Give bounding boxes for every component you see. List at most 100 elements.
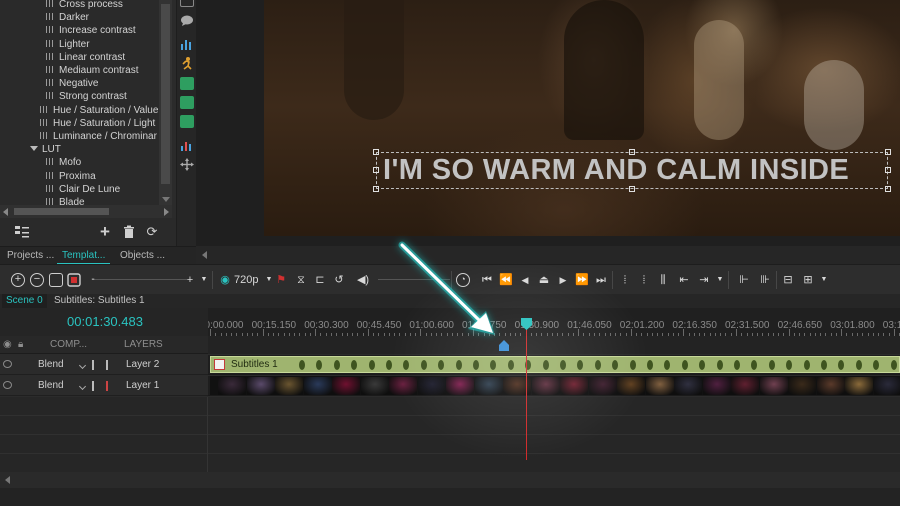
subtitle-segment[interactable]	[699, 360, 706, 370]
filter-tree-item[interactable]: Blade	[46, 196, 85, 205]
timeline-ruler[interactable]: 00:00.000 00:15.150 00:30.300 00:45.450 01:0…	[208, 308, 900, 336]
mark-out-icon[interactable]: ⦙	[637, 273, 651, 287]
flag-icon[interactable]: ⚑	[274, 273, 288, 287]
filter-tree-item[interactable]: Negative	[46, 77, 98, 90]
blend-mode-select[interactable]: Blend	[38, 376, 64, 396]
subtitle-segment[interactable]	[890, 360, 897, 370]
mute-icon[interactable]	[92, 381, 98, 391]
subtitle-segment[interactable]	[490, 360, 497, 370]
stop-icon[interactable]: ⏏	[537, 273, 551, 287]
rewind-icon[interactable]: ⏪	[499, 273, 513, 287]
comment-icon[interactable]	[180, 14, 194, 27]
eye-icon[interactable]	[3, 381, 12, 389]
subtitle-segment[interactable]	[803, 360, 810, 370]
mute-icon[interactable]	[92, 360, 98, 370]
subtitle-segment[interactable]	[855, 360, 862, 370]
subtitle-clip[interactable]: Subtitles 1	[210, 356, 900, 373]
subtitle-segment[interactable]	[716, 360, 723, 370]
subtitle-segment[interactable]	[821, 360, 827, 370]
filter-tree-item[interactable]: Linear contrast	[46, 51, 125, 64]
filter-tree-item[interactable]: Mofo	[46, 156, 81, 169]
subtitle-segment[interactable]	[368, 360, 375, 370]
refresh-icon[interactable]: ⟳	[144, 224, 160, 240]
filter-tree-item[interactable]: Increase contrast	[46, 24, 136, 37]
tab-objects[interactable]: Objects ...	[115, 247, 170, 265]
subtitle-segment[interactable]	[560, 360, 566, 370]
subtitle-segment[interactable]	[438, 360, 445, 370]
preview-scrollbar[interactable]	[196, 246, 900, 264]
filter-tree-item[interactable]: Hue / Saturation / Light	[40, 117, 155, 130]
tab-templates[interactable]: Templat...	[57, 247, 111, 265]
record-icon[interactable]	[67, 273, 81, 287]
subtitle-segment[interactable]	[873, 360, 880, 370]
align-icon[interactable]: ⊩	[737, 273, 751, 287]
trash-icon[interactable]	[121, 224, 137, 240]
zoom-slider[interactable]	[92, 279, 187, 280]
subtitle-segment[interactable]	[577, 360, 584, 370]
solo-icon[interactable]	[106, 381, 112, 391]
volume-slider[interactable]	[378, 279, 450, 280]
layer-name[interactable]: Layer 2	[126, 355, 159, 375]
blend-mode-select[interactable]: Blend	[38, 355, 64, 375]
timeline-scrollbar[interactable]	[0, 472, 900, 488]
move-icon[interactable]	[180, 158, 194, 171]
filter-tree-item[interactable]: Darker	[46, 11, 89, 24]
subtitle-segment[interactable]	[612, 360, 619, 370]
skip-start-icon[interactable]: ⏮	[480, 273, 494, 287]
chevron-down-icon[interactable]: ▼	[817, 273, 831, 287]
subtitle-segment[interactable]	[351, 360, 358, 370]
video-icon[interactable]	[180, 115, 194, 128]
scrollbar-thumb[interactable]	[161, 4, 170, 184]
skip-end-icon[interactable]: ⏭	[594, 273, 608, 287]
marker-row[interactable]	[208, 336, 900, 354]
chevron-down-icon[interactable]	[78, 361, 87, 370]
chevron-down-icon[interactable]	[78, 382, 87, 391]
eye-icon[interactable]: ◉	[218, 273, 232, 287]
subtitle-segment[interactable]	[333, 360, 340, 370]
add-icon[interactable]: +	[97, 223, 113, 240]
music-icon[interactable]	[180, 96, 194, 109]
resolution-selector[interactable]: 720p	[234, 273, 258, 287]
fit-icon[interactable]	[49, 273, 63, 287]
jump-back-icon[interactable]: ⇤	[677, 273, 691, 287]
zoom-in-icon[interactable]: +	[11, 273, 25, 287]
tab-scene[interactable]: Scene 0	[2, 294, 47, 308]
list-view-icon[interactable]	[14, 224, 30, 240]
tab-projects[interactable]: Projects ...	[2, 247, 59, 265]
video-clip[interactable]	[210, 376, 900, 395]
resize-handle[interactable]	[373, 167, 379, 173]
filter-tree-item[interactable]: Hue / Saturation / Value	[40, 104, 158, 117]
filter-tree-item[interactable]: Luminance / Chrominar	[40, 130, 157, 143]
filter-tree-item[interactable]: Clair De Lune	[46, 183, 120, 196]
fast-forward-icon[interactable]: ⏩	[575, 273, 589, 287]
expand-arrow-icon[interactable]	[30, 146, 38, 152]
zoom-out-icon[interactable]: −	[30, 273, 44, 287]
group-icon[interactable]: ⊟	[781, 273, 795, 287]
chevron-down-icon[interactable]: ▼	[197, 273, 211, 287]
subtitle-segment[interactable]	[403, 360, 410, 370]
visibility-header-icon[interactable]: ◉	[3, 336, 12, 354]
subtitle-segment[interactable]	[386, 360, 392, 370]
tree-horizontal-scrollbar[interactable]	[0, 205, 172, 218]
subtitle-segment[interactable]	[838, 360, 845, 370]
tree-vertical-scrollbar[interactable]	[159, 0, 172, 205]
scroll-left-icon[interactable]	[202, 251, 207, 259]
cc-icon[interactable]	[180, 0, 194, 7]
filter-tree-item[interactable]: Proxima	[46, 170, 96, 183]
track-lane-layer-2[interactable]: Subtitles 1	[208, 355, 900, 375]
current-timecode[interactable]: 00:01:30.483	[0, 308, 208, 336]
filter-tree-item[interactable]: Lighter	[46, 38, 90, 51]
subtitle-segment[interactable]	[316, 360, 323, 370]
split-icon[interactable]: ⧖	[294, 273, 308, 287]
snap-icon[interactable]: ⫼	[656, 273, 670, 287]
subtitle-segment[interactable]	[420, 360, 427, 370]
scroll-left-icon[interactable]	[3, 208, 8, 216]
scroll-left-icon[interactable]	[5, 476, 10, 484]
volume-icon[interactable]: ◀)	[356, 273, 370, 287]
subtitle-segment[interactable]	[751, 360, 758, 370]
subtitle-segment[interactable]	[768, 360, 775, 370]
subtitle-segment[interactable]	[664, 360, 671, 370]
subtitle-segment[interactable]	[542, 360, 549, 370]
subtitle-segment[interactable]	[681, 360, 688, 370]
scrollbar-thumb[interactable]	[14, 208, 109, 215]
